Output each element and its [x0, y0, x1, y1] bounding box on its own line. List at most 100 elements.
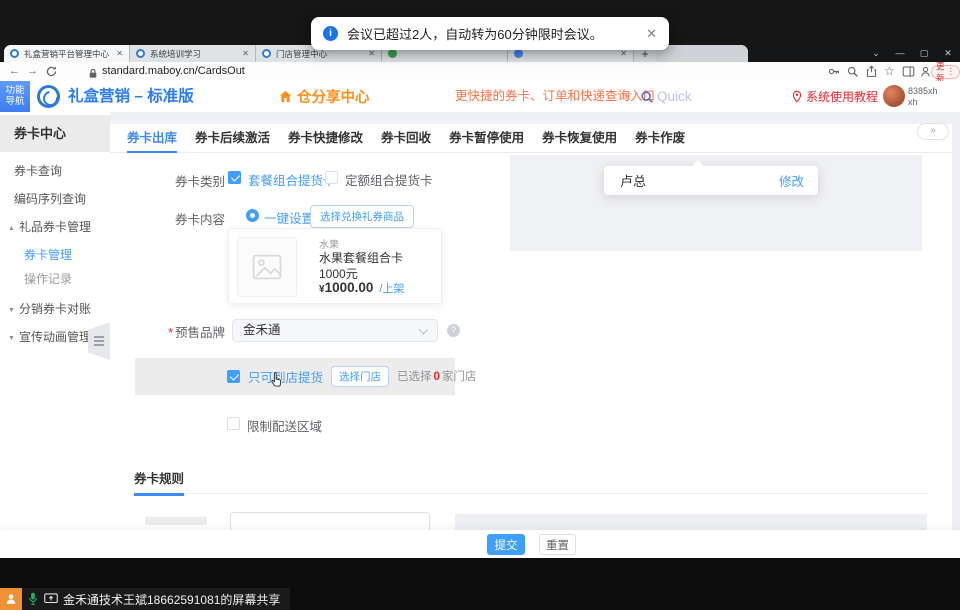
- rules-section-title: 券卡规则: [134, 468, 184, 496]
- sidebar-group-gift-card-mgmt[interactable]: ▲礼品券卡管理: [8, 218, 91, 235]
- screen-share-text: 金禾通技术王斌18662591081的屏幕共享: [63, 591, 280, 608]
- app-header: 功能 导航 礼盒营销 – 标准版 仓分享中心 更快捷的券卡、订单和快递查询入口 …: [0, 81, 960, 112]
- forward-icon[interactable]: →: [27, 62, 38, 81]
- checkbox-store-pickup-only[interactable]: [227, 370, 240, 383]
- presale-brand-label-text: 预售品牌: [175, 326, 225, 340]
- reload-icon[interactable]: [45, 65, 59, 78]
- product-name: 水果套餐组合卡: [319, 249, 403, 266]
- tab-card-activation[interactable]: 券卡后续激活: [195, 124, 270, 153]
- tab-close-icon[interactable]: ✕: [620, 49, 627, 58]
- radio-one-click-setup[interactable]: [246, 209, 259, 222]
- fn-nav-line1: 功能: [0, 85, 30, 96]
- sidebar-item-code-seq-query[interactable]: 编码序列查询: [14, 190, 86, 207]
- product-price-row: ¥ 1000.00 /上架: [319, 280, 404, 296]
- radio-one-click-setup-label[interactable]: 一键设置: [264, 208, 314, 227]
- share-icon[interactable]: [865, 65, 879, 78]
- sidebar-collapse-handle[interactable]: [88, 322, 110, 360]
- group-label: 礼品券卡管理: [19, 220, 91, 234]
- sidebar-item-op-records[interactable]: 操作记录: [24, 270, 72, 287]
- magnifier-icon: [640, 90, 654, 104]
- picture-icon: [250, 250, 284, 284]
- sidebar-item-card-query[interactable]: 券卡查询: [14, 162, 62, 179]
- product-status-link[interactable]: /上架: [379, 280, 404, 296]
- update-label: 更新: [936, 60, 945, 84]
- zoom-icon[interactable]: [846, 65, 860, 78]
- window-minimize-icon[interactable]: —: [890, 45, 910, 62]
- bookmark-star-icon[interactable]: ☆: [884, 62, 895, 81]
- app-title: 礼盒营销 – 标准版: [68, 81, 194, 112]
- password-key-icon[interactable]: [827, 65, 841, 78]
- microphone-icon: [27, 592, 39, 607]
- window-menu-icon[interactable]: ⌄: [866, 45, 886, 62]
- location-pin-icon: [791, 90, 803, 103]
- product-image-placeholder: [237, 237, 297, 297]
- tab-card-void[interactable]: 券卡作废: [635, 124, 685, 153]
- function-nav-toggle[interactable]: 功能 导航: [0, 81, 30, 112]
- checkbox-delivery-limit[interactable]: [227, 417, 240, 430]
- sidebar: 券卡中心 券卡查询 编码序列查询 ▲礼品券卡管理 券卡管理 操作记录 ▼分销券卡…: [0, 112, 110, 558]
- checkbox-fixed-amount-card-label[interactable]: 定额组合提货卡: [345, 170, 433, 189]
- window-maximize-icon[interactable]: ▢: [914, 45, 934, 62]
- tab-favicon-icon: [10, 49, 19, 58]
- tab-card-recycle[interactable]: 券卡回收: [381, 124, 431, 153]
- browser-tab-label: 礼盒营销平台管理中心: [24, 48, 112, 60]
- system-tutorial-link[interactable]: 系统使用教程: [791, 81, 878, 112]
- browser-tab-gift-admin[interactable]: 礼盒营销平台管理中心 ✕: [4, 45, 130, 62]
- tab-card-outbound[interactable]: 券卡出库: [127, 124, 177, 153]
- quick-search-link[interactable]: Quick: [640, 81, 692, 112]
- tab-close-icon[interactable]: ✕: [368, 49, 375, 58]
- screen: 礼盒营销平台管理中心 ✕ 系统培训学习 ✕ 门店管理中心 ✕ ✕: [0, 0, 960, 610]
- meeting-banner: i 会议已超过2人，自动转为60分钟限时会议。 ✕: [311, 17, 669, 50]
- quick-label: Quick: [657, 89, 692, 104]
- submit-button[interactable]: 提交: [487, 534, 525, 555]
- form-footer: 提交 重置: [0, 530, 960, 558]
- more-menu-icon: ⋮: [947, 66, 956, 77]
- tab-favicon-icon: [514, 49, 523, 58]
- selected-prefix: 已选择: [397, 371, 432, 383]
- sharer-avatar: [0, 588, 22, 610]
- checkbox-package-card[interactable]: [228, 171, 241, 184]
- required-mark: *: [168, 326, 173, 340]
- back-icon[interactable]: ←: [9, 62, 20, 81]
- reset-button[interactable]: 重置: [539, 534, 576, 555]
- meeting-banner-text: 会议已超过2人，自动转为60分钟限时会议。: [347, 24, 603, 43]
- person-icon: [4, 592, 18, 606]
- info-icon: i: [323, 26, 338, 41]
- tabbar-more-button[interactable]: »: [917, 123, 949, 140]
- help-icon[interactable]: ?: [447, 324, 460, 337]
- browser-tab-training[interactable]: 系统培训学习 ✕: [130, 45, 256, 62]
- url-text[interactable]: standard.maboy.cn/CardsOut: [102, 62, 245, 81]
- browser-update-button[interactable]: 更新 ⋮: [931, 65, 960, 79]
- tab-card-resume[interactable]: 券卡恢复使用: [542, 124, 617, 153]
- tab-card-suspend[interactable]: 券卡暂停使用: [449, 124, 524, 153]
- product-card: 水果 水果套餐组合卡 1000元 ¥ 1000.00 /上架: [228, 228, 442, 304]
- select-gift-goods-button[interactable]: 选择兑换礼券商品: [310, 205, 414, 228]
- rules-section-header: 券卡规则: [134, 468, 928, 494]
- banner-close-icon[interactable]: ✕: [646, 26, 657, 42]
- clipped-form-label-placeholder: [145, 517, 207, 525]
- modify-link[interactable]: 修改: [779, 171, 804, 190]
- tab-close-icon[interactable]: ✕: [116, 49, 123, 58]
- sidebar-item-card-mgmt-active[interactable]: 券卡管理: [24, 246, 72, 263]
- presale-brand-select[interactable]: 金禾通: [232, 319, 438, 342]
- side-panel-icon[interactable]: [902, 65, 916, 78]
- sidebar-section-title: 券卡中心: [0, 115, 110, 152]
- card-content-label: 券卡内容: [120, 209, 225, 228]
- user-avatar[interactable]: [883, 85, 905, 107]
- mouse-cursor-icon: [268, 371, 285, 395]
- checkbox-store-pickup-label[interactable]: 只可到店提货: [248, 367, 323, 386]
- select-store-button[interactable]: 选择门店: [331, 366, 389, 387]
- checkbox-fixed-amount-card[interactable]: [325, 171, 338, 184]
- checkbox-delivery-limit-label[interactable]: 限制配送区域: [247, 416, 322, 435]
- screen-share-status: 金禾通技术王斌18662591081的屏幕共享: [22, 588, 290, 610]
- clipped-text-input[interactable]: [230, 512, 430, 532]
- tab-card-quick-edit[interactable]: 券卡快捷修改: [288, 124, 363, 153]
- sidebar-group-distribution-recon[interactable]: ▼分销券卡对账: [8, 300, 91, 317]
- checkbox-package-card-label[interactable]: 套餐组合提货卡: [248, 170, 336, 189]
- presale-brand-value: 金禾通: [243, 323, 281, 337]
- sidebar-group-promo-animation[interactable]: ▼宣传动画管理: [8, 328, 91, 345]
- contact-popover: 卢总 修改: [604, 166, 818, 195]
- warehouse-share-center-link[interactable]: 仓分享中心: [278, 81, 370, 112]
- content-tab-bar: 券卡出库 券卡后续激活 券卡快捷修改 券卡回收 券卡暂停使用 券卡恢复使用 券卡…: [110, 124, 952, 153]
- tab-close-icon[interactable]: ✕: [242, 49, 249, 58]
